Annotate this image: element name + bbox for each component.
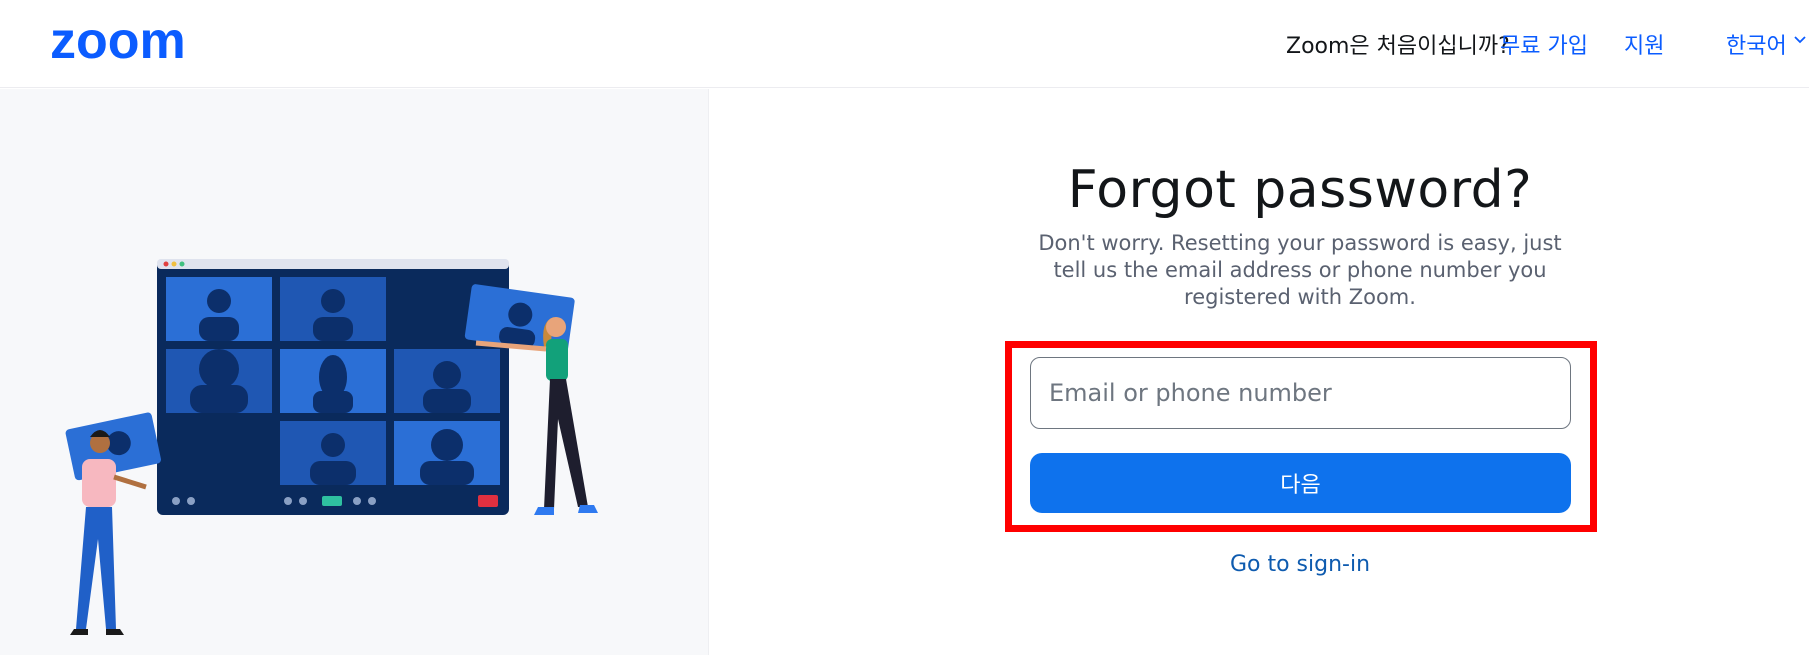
illustration-panel: [0, 89, 709, 655]
signup-link[interactable]: 무료 가입: [1500, 28, 1588, 60]
logo-text: zoom: [50, 20, 186, 62]
top-header: zoom Zoom은 처음이십니까? 무료 가입 지원 한국어: [0, 0, 1809, 88]
support-link[interactable]: 지원: [1624, 28, 1664, 60]
new-to-zoom-text: Zoom은 처음이십니까?: [1286, 34, 1510, 59]
next-button[interactable]: 다음: [1030, 453, 1571, 513]
page-description: Don't worry. Resetting your password is …: [1038, 231, 1562, 309]
email-or-phone-input[interactable]: [1030, 357, 1571, 429]
go-to-signin-link[interactable]: Go to sign-in: [1100, 552, 1500, 577]
language-selector[interactable]: 한국어: [1726, 28, 1787, 60]
chevron-down-icon[interactable]: [1794, 34, 1806, 46]
video-conference-illustration: [65, 259, 598, 635]
page-title: Forgot password?: [1067, 160, 1533, 220]
zoom-logo[interactable]: zoom: [50, 20, 218, 62]
